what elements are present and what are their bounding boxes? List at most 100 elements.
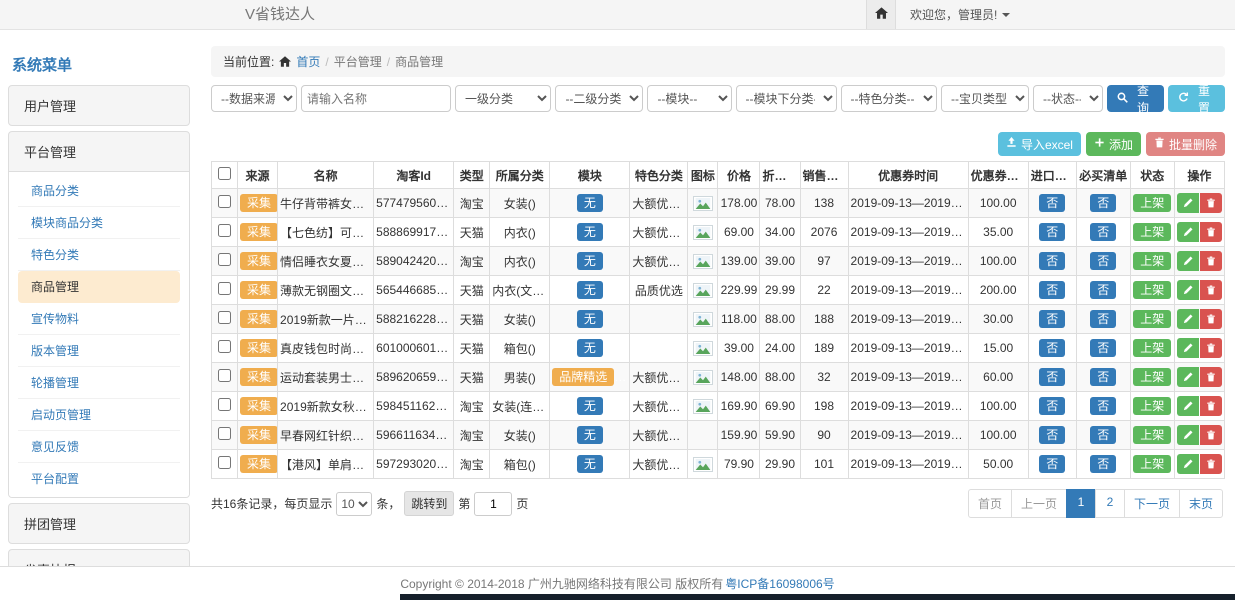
- page-button-2[interactable]: 2: [1095, 489, 1125, 518]
- page-button-next[interactable]: 下一页: [1124, 489, 1180, 518]
- page-button-last[interactable]: 末页: [1179, 489, 1223, 518]
- sidebar-group-platform-manage[interactable]: 平台管理: [9, 132, 189, 171]
- row-checkbox[interactable]: [218, 340, 231, 353]
- import-select-toggle[interactable]: 否: [1039, 281, 1065, 299]
- status-toggle[interactable]: 上架: [1133, 194, 1171, 212]
- status-toggle[interactable]: 上架: [1133, 223, 1171, 241]
- page-button-1[interactable]: 1: [1066, 489, 1096, 518]
- sidebar-item-version-manage[interactable]: 版本管理: [18, 335, 180, 367]
- source-select[interactable]: --数据来源--: [211, 85, 297, 112]
- must-buy-toggle[interactable]: 否: [1090, 397, 1116, 415]
- row-checkbox[interactable]: [218, 224, 231, 237]
- add-button[interactable]: 添加: [1086, 132, 1141, 156]
- batch-delete-button[interactable]: 批量删除: [1146, 132, 1225, 156]
- delete-button[interactable]: [1200, 425, 1222, 445]
- sidebar-item-module-goods-category[interactable]: 模块商品分类: [18, 207, 180, 239]
- status-toggle[interactable]: 上架: [1133, 339, 1171, 357]
- sidebar-item-splash-manage[interactable]: 启动页管理: [18, 399, 180, 431]
- status-select[interactable]: --状态--: [1033, 85, 1103, 112]
- delete-button[interactable]: [1200, 280, 1222, 300]
- import-excel-button[interactable]: 导入excel: [998, 132, 1081, 156]
- must-buy-toggle[interactable]: 否: [1090, 455, 1116, 473]
- import-select-toggle[interactable]: 否: [1039, 368, 1065, 386]
- status-toggle[interactable]: 上架: [1133, 455, 1171, 473]
- row-checkbox[interactable]: [218, 456, 231, 469]
- delete-button[interactable]: [1200, 454, 1222, 474]
- level2-category-select[interactable]: --二级分类--: [555, 85, 643, 112]
- edit-button[interactable]: [1177, 425, 1199, 445]
- table-row: 采集 2019新款女秋薄款... 598451162391 淘宝 女装(连衣裙)…: [212, 392, 1225, 421]
- search-button[interactable]: 查询: [1107, 85, 1164, 112]
- item-type-select[interactable]: --宝贝类型--: [941, 85, 1029, 112]
- must-buy-toggle[interactable]: 否: [1090, 281, 1116, 299]
- delete-button[interactable]: [1200, 193, 1222, 213]
- must-buy-toggle[interactable]: 否: [1090, 339, 1116, 357]
- sidebar-item-promo-material[interactable]: 宣传物料: [18, 303, 180, 335]
- edit-button[interactable]: [1177, 280, 1199, 300]
- import-select-toggle[interactable]: 否: [1039, 310, 1065, 328]
- sidebar-group-groupbuy-manage[interactable]: 拼团管理: [9, 504, 189, 543]
- edit-button[interactable]: [1177, 222, 1199, 242]
- sidebar-item-goods-category[interactable]: 商品分类: [18, 175, 180, 207]
- reset-button[interactable]: 重置: [1168, 85, 1225, 112]
- edit-button[interactable]: [1177, 338, 1199, 358]
- import-select-toggle[interactable]: 否: [1039, 455, 1065, 473]
- row-checkbox[interactable]: [218, 369, 231, 382]
- row-checkbox[interactable]: [218, 398, 231, 411]
- import-select-toggle[interactable]: 否: [1039, 194, 1065, 212]
- import-select-toggle[interactable]: 否: [1039, 426, 1065, 444]
- status-toggle[interactable]: 上架: [1133, 397, 1171, 415]
- must-buy-toggle[interactable]: 否: [1090, 368, 1116, 386]
- must-buy-toggle[interactable]: 否: [1090, 310, 1116, 328]
- status-toggle[interactable]: 上架: [1133, 310, 1171, 328]
- sidebar-item-platform-config[interactable]: 平台配置: [18, 463, 180, 494]
- import-select-toggle[interactable]: 否: [1039, 252, 1065, 270]
- edit-button[interactable]: [1177, 454, 1199, 474]
- edit-button[interactable]: [1177, 309, 1199, 329]
- row-checkbox[interactable]: [218, 427, 231, 440]
- delete-button[interactable]: [1200, 251, 1222, 271]
- import-select-toggle[interactable]: 否: [1039, 223, 1065, 241]
- import-select-toggle[interactable]: 否: [1039, 339, 1065, 357]
- must-buy-toggle[interactable]: 否: [1090, 426, 1116, 444]
- jump-button[interactable]: 跳转到: [404, 491, 454, 516]
- edit-button[interactable]: [1177, 193, 1199, 213]
- breadcrumb-home-link[interactable]: 首页: [296, 53, 320, 70]
- delete-button[interactable]: [1200, 309, 1222, 329]
- sidebar-group-user-manage[interactable]: 用户管理: [9, 86, 189, 125]
- must-buy-toggle[interactable]: 否: [1090, 194, 1116, 212]
- edit-button[interactable]: [1177, 396, 1199, 416]
- delete-button[interactable]: [1200, 367, 1222, 387]
- select-all-checkbox[interactable]: [218, 167, 231, 180]
- edit-button[interactable]: [1177, 367, 1199, 387]
- sidebar-item-carousel-manage[interactable]: 轮播管理: [18, 367, 180, 399]
- must-buy-toggle[interactable]: 否: [1090, 252, 1116, 270]
- user-menu[interactable]: 欢迎您，管理员!: [896, 0, 1024, 29]
- row-checkbox[interactable]: [218, 311, 231, 324]
- status-toggle[interactable]: 上架: [1133, 281, 1171, 299]
- feature-category-select[interactable]: --特色分类--: [841, 85, 937, 112]
- delete-button[interactable]: [1200, 338, 1222, 358]
- status-toggle[interactable]: 上架: [1133, 426, 1171, 444]
- row-checkbox[interactable]: [218, 195, 231, 208]
- import-select-toggle[interactable]: 否: [1039, 397, 1065, 415]
- page-number-input[interactable]: [474, 492, 512, 516]
- level1-category-select[interactable]: 一级分类: [455, 85, 551, 112]
- module-select[interactable]: --模块--: [647, 85, 731, 112]
- row-checkbox[interactable]: [218, 253, 231, 266]
- icp-link[interactable]: 粤ICP备16098006号: [725, 575, 834, 592]
- module-sub-category-select[interactable]: --模块下分类--: [736, 85, 837, 112]
- sidebar-item-feature-category[interactable]: 特色分类: [18, 239, 180, 271]
- home-button[interactable]: [866, 0, 896, 29]
- sidebar-item-goods-manage[interactable]: 商品管理: [18, 271, 180, 303]
- status-toggle[interactable]: 上架: [1133, 252, 1171, 270]
- name-input[interactable]: [301, 85, 451, 112]
- status-toggle[interactable]: 上架: [1133, 368, 1171, 386]
- must-buy-toggle[interactable]: 否: [1090, 223, 1116, 241]
- sidebar-item-feedback[interactable]: 意见反馈: [18, 431, 180, 463]
- per-page-select[interactable]: 10: [336, 492, 372, 516]
- delete-button[interactable]: [1200, 396, 1222, 416]
- delete-button[interactable]: [1200, 222, 1222, 242]
- edit-button[interactable]: [1177, 251, 1199, 271]
- row-checkbox[interactable]: [218, 282, 231, 295]
